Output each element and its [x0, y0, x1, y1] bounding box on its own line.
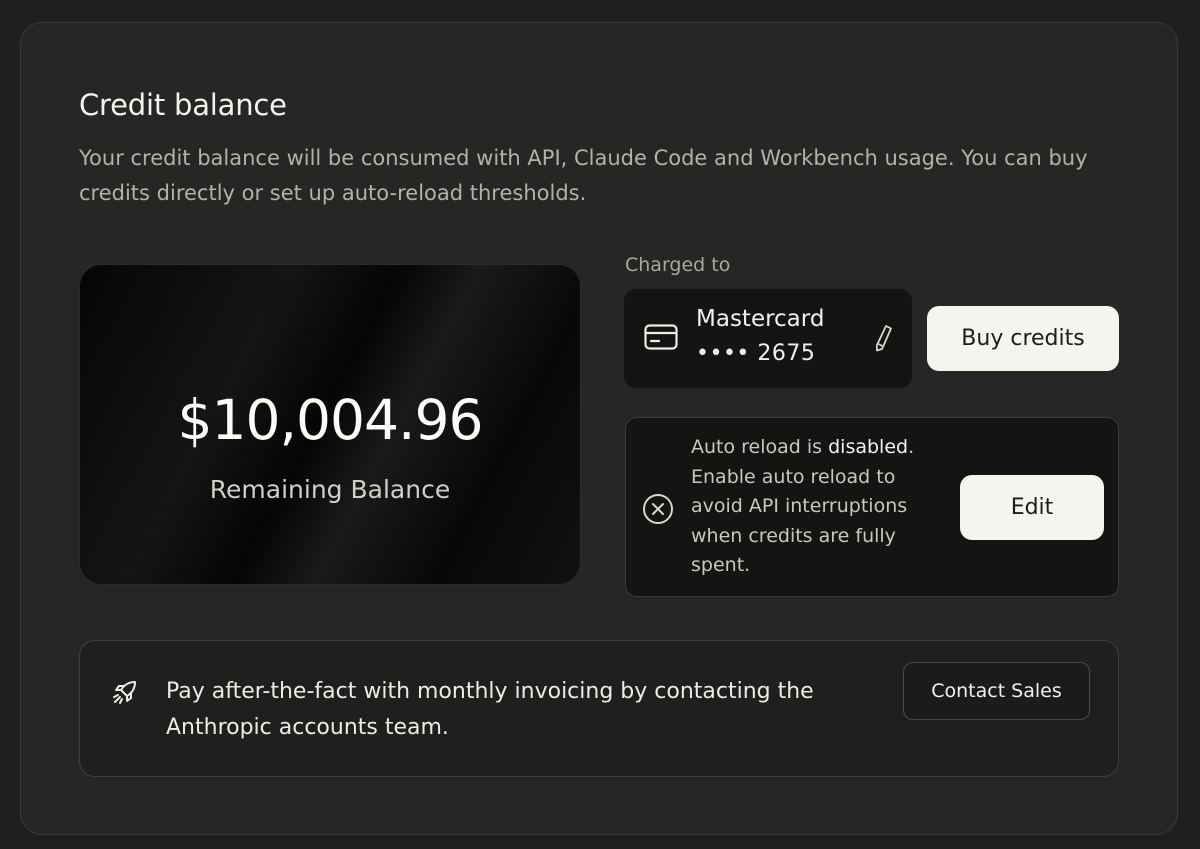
rocket-icon [113, 681, 136, 704]
section-description: Your credit balance will be consumed wit… [79, 146, 1088, 205]
edit-auto-reload-button[interactable]: Edit [960, 475, 1104, 540]
buy-credits-button[interactable]: Buy credits [927, 306, 1119, 371]
pencil-icon[interactable] [872, 323, 894, 353]
charged-to-label: Charged to [625, 254, 731, 276]
circle-x-icon [643, 494, 673, 524]
auto-reload-text: Auto reload is disabled. Enable auto rel… [691, 433, 951, 581]
balance-amount: $10,004.96 [177, 388, 484, 452]
card-brand: Mastercard [696, 306, 825, 332]
auto-reload-prefix: Auto reload is [691, 436, 829, 458]
card-number: •••• 2675 [696, 341, 816, 366]
balance-label: Remaining Balance [209, 475, 451, 504]
auto-reload-status: disabled [828, 436, 909, 458]
contact-sales-button[interactable]: Contact Sales [903, 662, 1090, 720]
invoicing-text: Pay after-the-fact with monthly invoicin… [166, 679, 814, 740]
section-title: Credit balance [79, 88, 287, 122]
credit-card-icon [644, 324, 678, 350]
